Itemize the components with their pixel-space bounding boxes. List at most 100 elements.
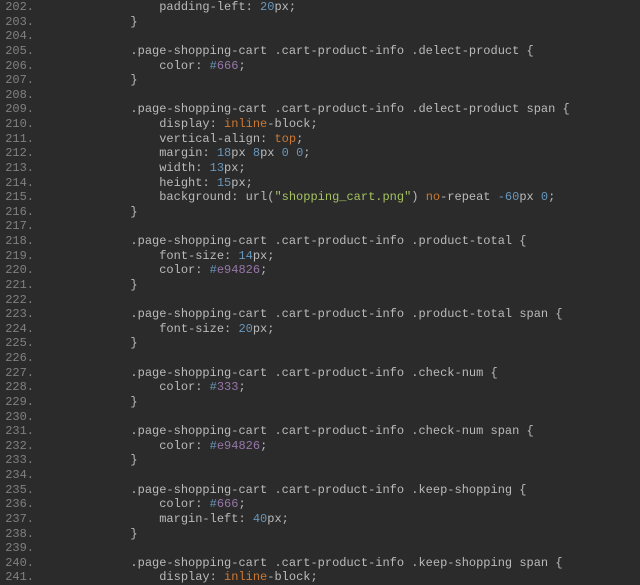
code-content[interactable]: background: url("shopping_cart.png") no-… <box>44 190 640 205</box>
code-line[interactable]: 213. width: 13px; <box>0 161 640 176</box>
code-content[interactable]: height: 15px; <box>44 176 640 191</box>
code-content[interactable]: .page-shopping-cart .cart-product-info .… <box>44 483 640 498</box>
code-content[interactable]: color: #e94826; <box>44 439 640 454</box>
code-content[interactable] <box>44 541 640 556</box>
code-line[interactable]: 227. .page-shopping-cart .cart-product-i… <box>0 366 640 381</box>
code-content[interactable]: } <box>44 15 640 30</box>
code-line[interactable]: 234. <box>0 468 640 483</box>
code-content[interactable] <box>44 351 640 366</box>
code-line[interactable]: 230. <box>0 410 640 425</box>
code-content[interactable]: padding-left: 20px; <box>44 0 640 15</box>
code-content[interactable]: .page-shopping-cart .cart-product-info .… <box>44 102 640 117</box>
code-line[interactable]: 237. margin-left: 40px; <box>0 512 640 527</box>
code-content[interactable]: color: #333; <box>44 380 640 395</box>
code-content[interactable]: vertical-align: top; <box>44 132 640 147</box>
line-number: 226. <box>0 351 44 366</box>
code-line[interactable]: 210. display: inline-block; <box>0 117 640 132</box>
code-content[interactable]: margin: 18px 8px 0 0; <box>44 146 640 161</box>
code-content[interactable]: display: inline-block; <box>44 117 640 132</box>
code-content[interactable]: } <box>44 278 640 293</box>
line-number: 209. <box>0 102 44 117</box>
line-number: 240. <box>0 556 44 571</box>
code-content[interactable]: font-size: 14px; <box>44 249 640 264</box>
line-number: 205. <box>0 44 44 59</box>
code-line[interactable]: 216. } <box>0 205 640 220</box>
line-number: 218. <box>0 234 44 249</box>
line-number: 214. <box>0 176 44 191</box>
line-number: 216. <box>0 205 44 220</box>
code-line[interactable]: 226. <box>0 351 640 366</box>
code-line[interactable]: 205. .page-shopping-cart .cart-product-i… <box>0 44 640 59</box>
code-line[interactable]: 218. .page-shopping-cart .cart-product-i… <box>0 234 640 249</box>
code-line[interactable]: 219. font-size: 14px; <box>0 249 640 264</box>
code-line[interactable]: 241. display: inline-block; <box>0 570 640 585</box>
code-content[interactable]: display: inline-block; <box>44 570 640 585</box>
code-content[interactable]: } <box>44 527 640 542</box>
line-number: 213. <box>0 161 44 176</box>
code-line[interactable]: 214. height: 15px; <box>0 176 640 191</box>
code-line[interactable]: 222. <box>0 293 640 308</box>
code-line[interactable]: 212. margin: 18px 8px 0 0; <box>0 146 640 161</box>
code-line[interactable]: 240. .page-shopping-cart .cart-product-i… <box>0 556 640 571</box>
code-content[interactable] <box>44 410 640 425</box>
code-content[interactable]: width: 13px; <box>44 161 640 176</box>
code-content[interactable] <box>44 29 640 44</box>
code-line[interactable]: 223. .page-shopping-cart .cart-product-i… <box>0 307 640 322</box>
line-number: 207. <box>0 73 44 88</box>
line-number: 230. <box>0 410 44 425</box>
code-line[interactable]: 215. background: url("shopping_cart.png"… <box>0 190 640 205</box>
code-content[interactable] <box>44 293 640 308</box>
code-content[interactable]: margin-left: 40px; <box>44 512 640 527</box>
line-number: 235. <box>0 483 44 498</box>
code-line[interactable]: 203. } <box>0 15 640 30</box>
code-line[interactable]: 208. <box>0 88 640 103</box>
code-line[interactable]: 217. <box>0 219 640 234</box>
line-number: 224. <box>0 322 44 337</box>
code-content[interactable] <box>44 219 640 234</box>
line-number: 232. <box>0 439 44 454</box>
code-content[interactable]: } <box>44 336 640 351</box>
code-line[interactable]: 206. color: #666; <box>0 59 640 74</box>
code-content[interactable]: .page-shopping-cart .cart-product-info .… <box>44 234 640 249</box>
code-line[interactable]: 233. } <box>0 453 640 468</box>
code-content[interactable] <box>44 468 640 483</box>
code-line[interactable]: 207. } <box>0 73 640 88</box>
code-editor[interactable]: 202. padding-left: 20px;203. }204.205. .… <box>0 0 640 585</box>
code-content[interactable]: .page-shopping-cart .cart-product-info .… <box>44 556 640 571</box>
code-line[interactable]: 231. .page-shopping-cart .cart-product-i… <box>0 424 640 439</box>
code-line[interactable]: 202. padding-left: 20px; <box>0 0 640 15</box>
line-number: 211. <box>0 132 44 147</box>
code-content[interactable]: color: #666; <box>44 59 640 74</box>
code-line[interactable]: 235. .page-shopping-cart .cart-product-i… <box>0 483 640 498</box>
line-number: 217. <box>0 219 44 234</box>
code-content[interactable]: .page-shopping-cart .cart-product-info .… <box>44 44 640 59</box>
code-content[interactable]: .page-shopping-cart .cart-product-info .… <box>44 307 640 322</box>
code-line[interactable]: 220. color: #e94826; <box>0 263 640 278</box>
code-content[interactable]: } <box>44 395 640 410</box>
code-line[interactable]: 239. <box>0 541 640 556</box>
code-line[interactable]: 228. color: #333; <box>0 380 640 395</box>
code-line[interactable]: 236. color: #666; <box>0 497 640 512</box>
code-line[interactable]: 224. font-size: 20px; <box>0 322 640 337</box>
code-line[interactable]: 221. } <box>0 278 640 293</box>
code-content[interactable]: color: #666; <box>44 497 640 512</box>
code-line[interactable]: 204. <box>0 29 640 44</box>
code-content[interactable]: } <box>44 205 640 220</box>
line-number: 206. <box>0 59 44 74</box>
code-line[interactable]: 229. } <box>0 395 640 410</box>
code-content[interactable]: .page-shopping-cart .cart-product-info .… <box>44 366 640 381</box>
code-content[interactable]: } <box>44 73 640 88</box>
code-content[interactable]: .page-shopping-cart .cart-product-info .… <box>44 424 640 439</box>
line-number: 236. <box>0 497 44 512</box>
code-content[interactable]: color: #e94826; <box>44 263 640 278</box>
code-content[interactable]: } <box>44 453 640 468</box>
code-content[interactable] <box>44 88 640 103</box>
code-line[interactable]: 238. } <box>0 527 640 542</box>
line-number: 238. <box>0 527 44 542</box>
code-line[interactable]: 232. color: #e94826; <box>0 439 640 454</box>
code-content[interactable]: font-size: 20px; <box>44 322 640 337</box>
line-number: 204. <box>0 29 44 44</box>
code-line[interactable]: 209. .page-shopping-cart .cart-product-i… <box>0 102 640 117</box>
code-line[interactable]: 225. } <box>0 336 640 351</box>
code-line[interactable]: 211. vertical-align: top; <box>0 132 640 147</box>
